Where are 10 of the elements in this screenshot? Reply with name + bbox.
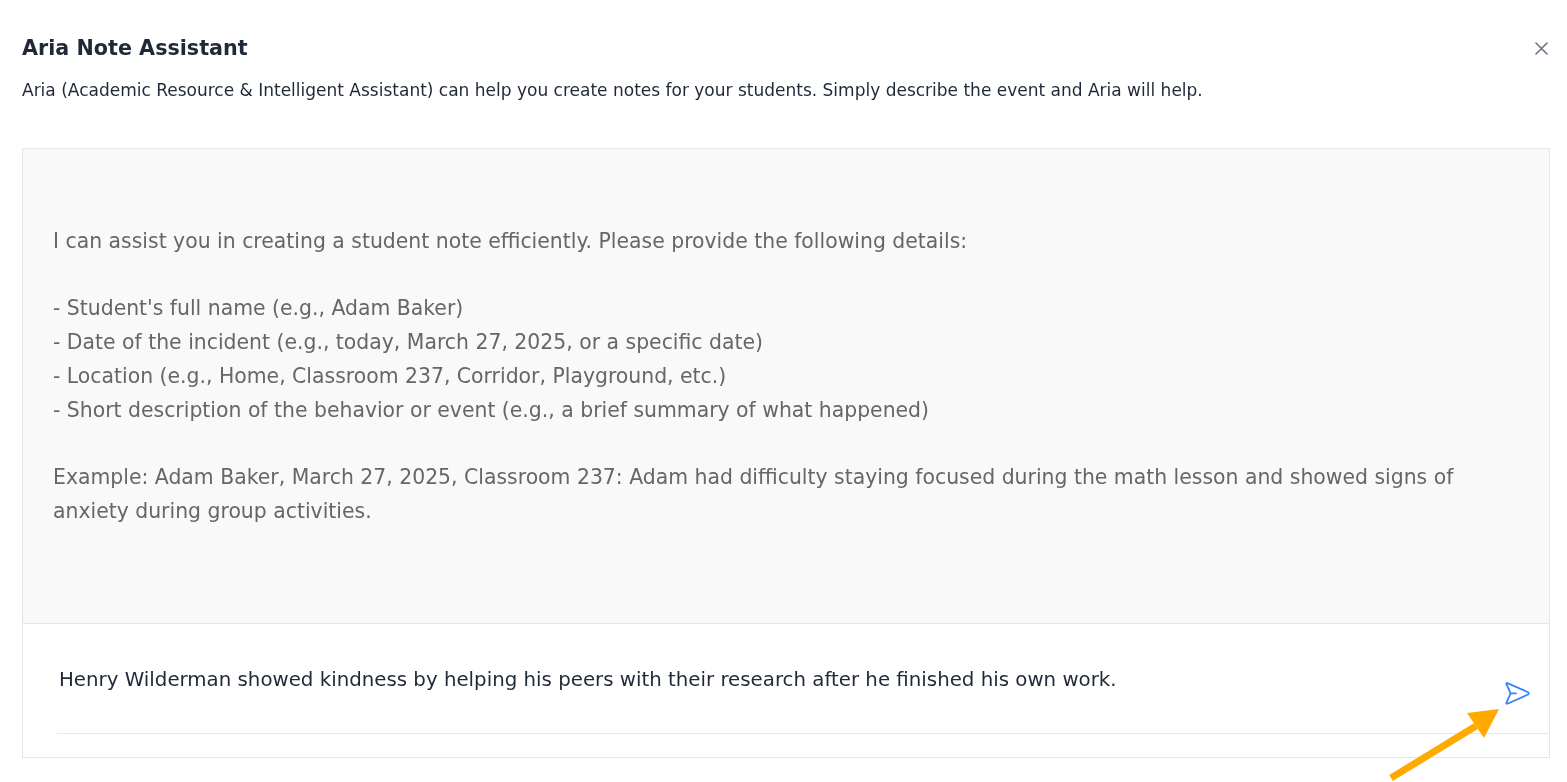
example-message: Example: Adam Baker, March 27, 2025, Classroom 237: Adam had difficulty staying focused during the math lesson and showed signs of anxiety during group activities. xyxy=(53,464,1455,525)
assistant-message: I can assist you in creating a student note efficiently. Please provide the following details: xyxy=(53,228,969,255)
close-icon[interactable] xyxy=(1535,41,1548,55)
dialog-description: Aria (Academic Resource & Intelligent Assistant) can help you create notes for your students. Simply describe the event and Aria will help. xyxy=(22,79,1204,102)
send-icon[interactable] xyxy=(1504,682,1530,705)
dialog-title: Aria Note Assistant xyxy=(22,35,248,62)
message-list-item: - Date of the incident (e.g., today, March 27, 2025, or a specific date) xyxy=(53,329,764,356)
message-list-item: - Location (e.g., Home, Classroom 237, Corridor, Playground, etc.) xyxy=(53,363,728,390)
message-list-item: - Student's full name (e.g., Adam Baker) xyxy=(53,295,465,322)
message-list-item: - Short description of the behavior or event (e.g., a brief summary of what happened) xyxy=(53,397,931,424)
